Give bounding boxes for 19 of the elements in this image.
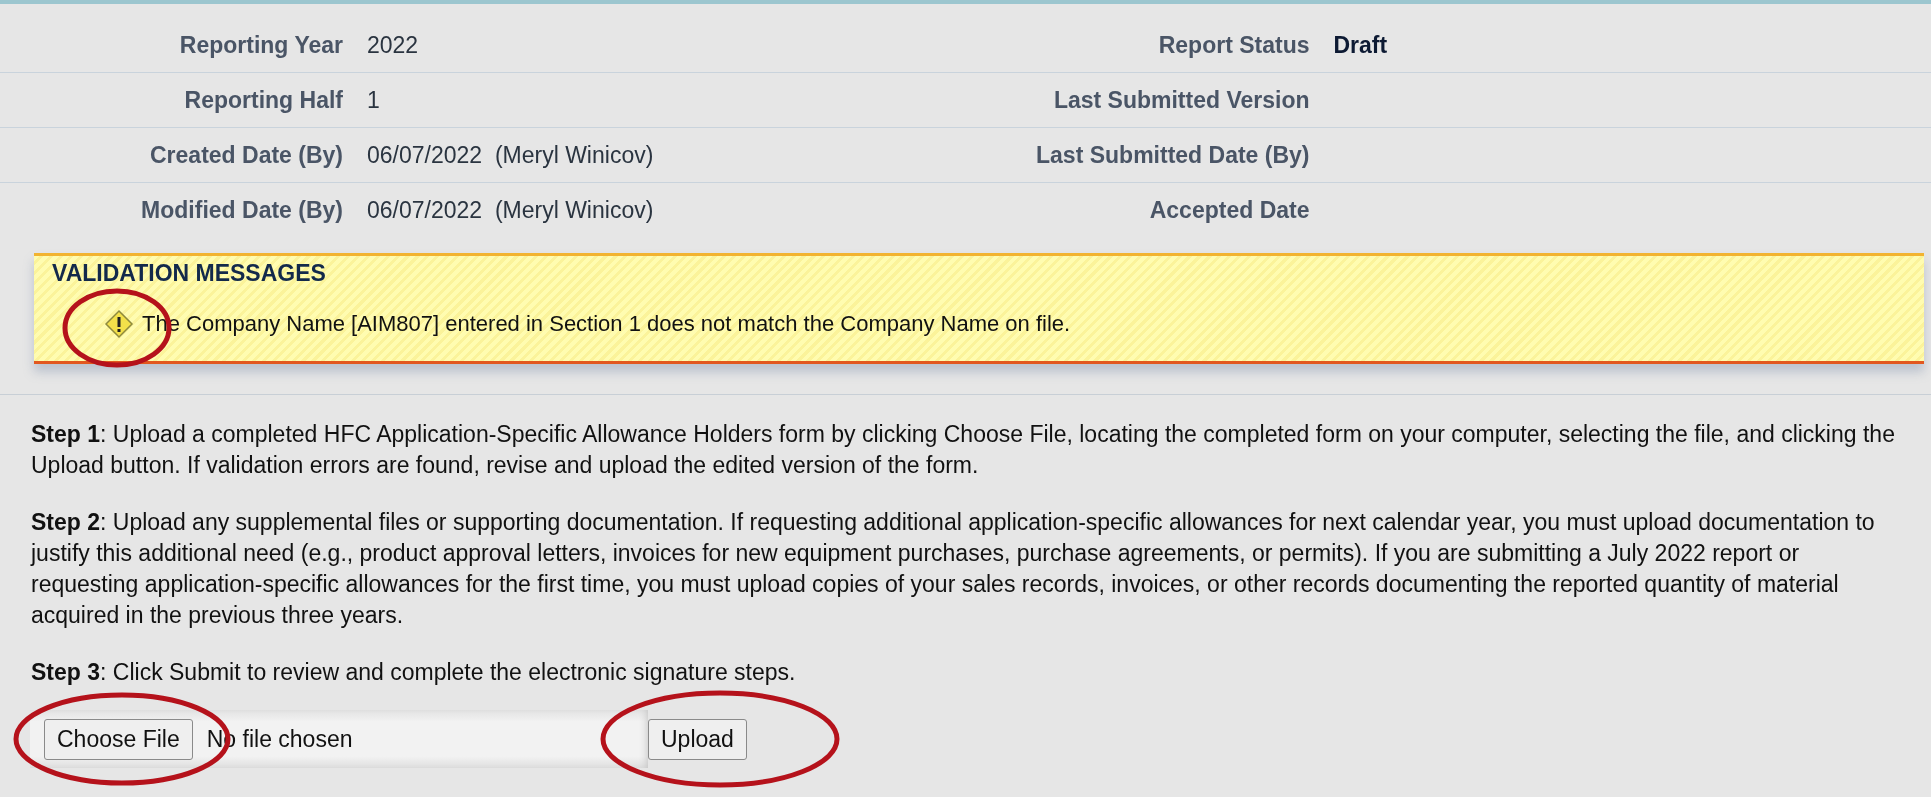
field-value: 06/07/2022 (Meryl Winicov) xyxy=(367,196,655,224)
upload-button[interactable]: Upload xyxy=(648,718,747,760)
field-label: Accepted Date xyxy=(1148,196,1310,224)
field-label: Last Submitted Date (By) xyxy=(1035,141,1310,169)
field-label: Modified Date (By) xyxy=(140,196,343,224)
field-label: Created Date (By) xyxy=(149,141,343,169)
field-value: 06/07/2022 (Meryl Winicov) xyxy=(367,141,655,169)
choose-file-button[interactable]: Choose File xyxy=(44,718,193,760)
field-label: Report Status xyxy=(1157,31,1310,59)
instruction-text: Step 3: Click Submit to review and complete the electronic signature steps. xyxy=(31,658,797,687)
instruction-text: Step 1: Upload a completed HFC Application-Specific Allowance Holders form by clicking Choose File, locating the completed form on your computer, selecting the file, and clicking the Upload button. If validation errors are found, revise and upload the edited version of the form. xyxy=(31,420,1896,480)
field-label: Reporting Half xyxy=(183,86,343,114)
field-value: 2022 xyxy=(367,31,420,59)
instruction-text: Step 2: Upload any supplemental files or supporting documentation. If requesting additional application-specific allowances for next calendar year, you must upload documentation to justify this additional need (e.g., product approval letters, invoices for new equipment purchases, purchase agreements, or permits). If you are submitting a July 2022 report or requesting application-specific allowances for the first time, you must upload copies of your sales records, invoices, or other records documenting the reported quantity of material acquired in the previous three years. xyxy=(31,508,1876,630)
field-label: Reporting Year xyxy=(178,31,343,59)
validation-title: VALIDATION MESSAGES xyxy=(52,260,327,287)
field-label: Last Submitted Version xyxy=(1052,86,1310,114)
field-value: Draft xyxy=(1333,31,1389,59)
field-value: 1 xyxy=(367,86,381,114)
